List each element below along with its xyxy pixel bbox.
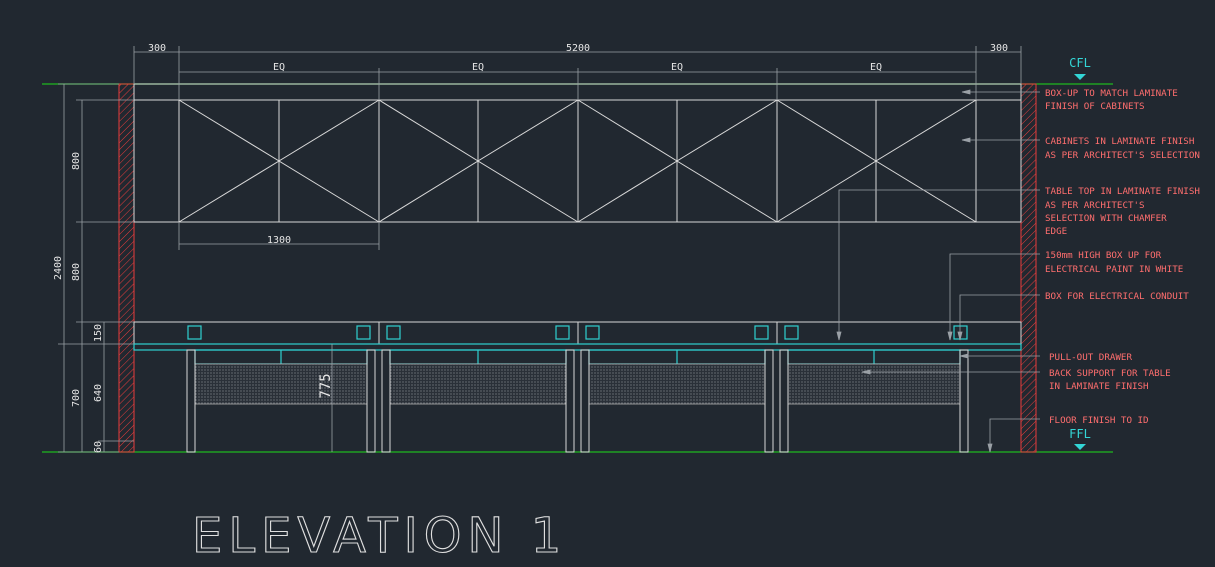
note-floor-finish: FLOOR FINISH TO ID [1049,415,1149,426]
dim-top-right: 300 [990,43,1008,54]
floor-level-marker [1074,444,1086,450]
dim-mid: 800 [71,263,82,281]
ceiling-level-label: CFL [1069,56,1091,70]
note-electrical-boxup: 150mm HIGH BOX UP FOR ELECTRICAL PAINT IN… [1045,250,1183,275]
dim-table-height: 775 [318,373,334,398]
dim-lower: 700 [71,389,82,407]
floor-level-label: FFL [1069,427,1091,441]
note-boxup: BOX-UP TO MATCH LAMINATE FINISH OF CABINE… [1045,88,1178,112]
note-cabinets: CABINETS IN LAMINATE FINISH AS PER ARCHIT… [1045,136,1200,161]
left-wall [118,83,135,453]
dim-eq-4: EQ [870,62,882,73]
note-pull-out-drawer: PULL-OUT DRAWER [1049,352,1132,363]
dim-total-height: 2400 [53,256,64,280]
drawing-title: ELEVATION 1 [192,508,567,564]
right-wall [1020,83,1037,453]
dim-cabinet-width: 1300 [267,235,291,246]
table-top [133,343,1022,351]
dim-upper: 800 [71,152,82,170]
note-conduit-box: BOX FOR ELECTRICAL CONDUIT [1045,291,1189,302]
dim-eq-3: EQ [671,62,683,73]
annotation-notes: BOX-UP TO MATCH LAMINATE FINISH OF CABINE… [1045,88,1200,426]
dim-eq-2: EQ [472,62,484,73]
dim-eq-1: EQ [273,62,285,73]
table-units [186,349,969,453]
ceiling-level-marker [1074,74,1086,80]
dim-table: 640 [93,384,104,402]
elevation-drawing: 300 5200 300 EQ EQ EQ EQ 1300 2400 800 8… [42,43,1200,565]
box-up [133,83,1022,101]
note-table-top: TABLE TOP IN LAMINATE FINISH AS PER ARCHI… [1045,186,1200,237]
cabinet-doors [178,99,977,223]
dim-boxup: 150 [93,324,104,342]
note-back-support: BACK SUPPORT FOR TABLE IN LAMINATE FINISH [1049,368,1171,392]
dim-top-overall: 5200 [566,43,590,54]
dim-base: 60 [93,441,104,453]
dim-top-left: 300 [148,43,166,54]
